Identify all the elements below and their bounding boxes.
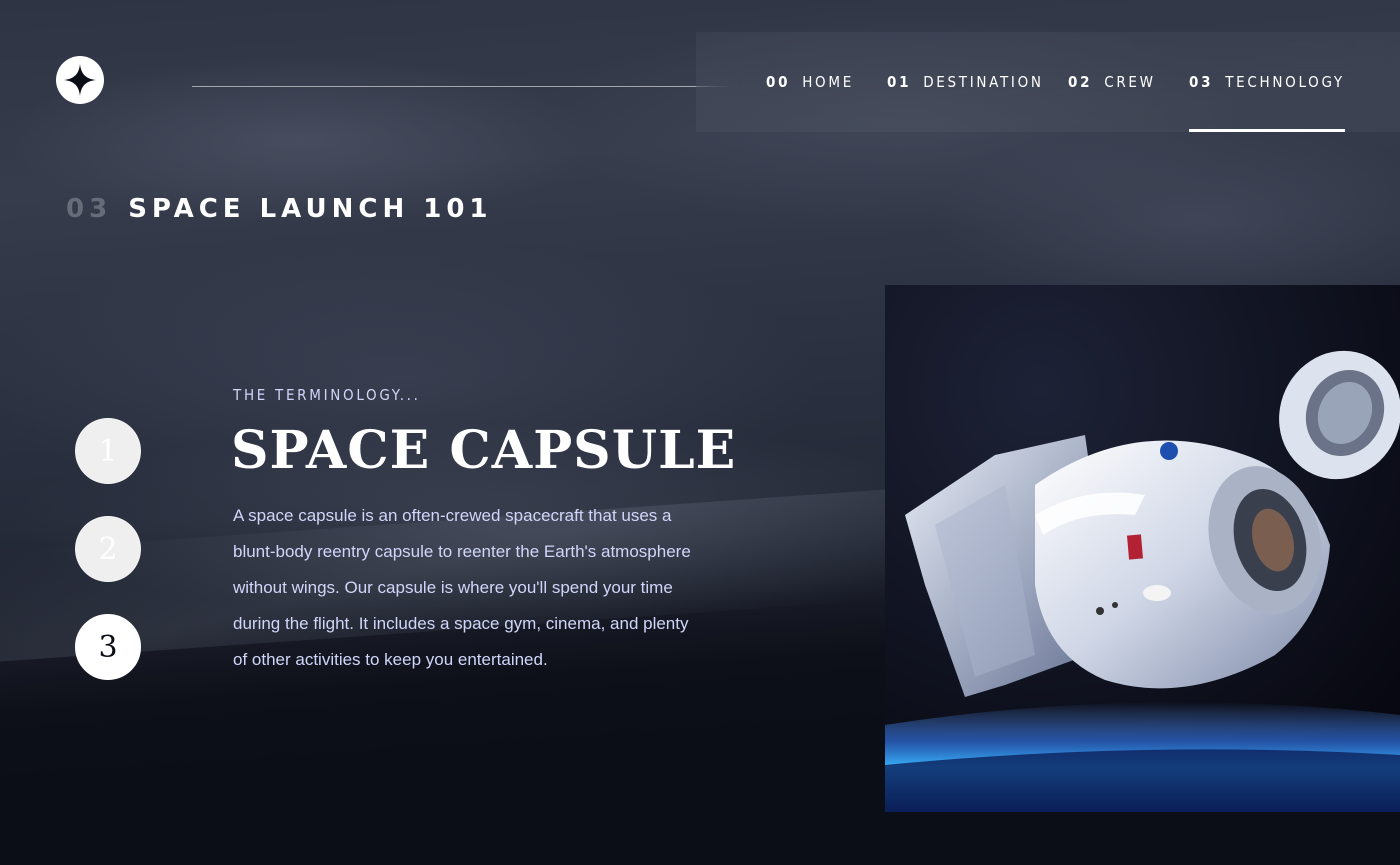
nav-num: 02: [1068, 73, 1093, 91]
nav-item-destination[interactable]: 01 DESTINATION: [887, 32, 1044, 132]
nav-num: 03: [1189, 73, 1214, 91]
page-title-number: 03: [66, 194, 113, 224]
technology-description: A space capsule is an often-crewed space…: [233, 506, 691, 669]
nav-label: DESTINATION: [923, 73, 1044, 91]
nav-item-crew[interactable]: 02 CREW: [1068, 32, 1156, 132]
nav-num: 01: [887, 73, 912, 91]
main-nav: 00 HOME 01 DESTINATION 02 CREW 03 TECHNO…: [696, 32, 1400, 132]
technology-title: SPACE CAPSULE: [231, 420, 737, 481]
step-button-2[interactable]: 2: [75, 516, 141, 582]
nav-item-technology[interactable]: 03 TECHNOLOGY: [1189, 32, 1345, 132]
four-point-star-icon: [64, 64, 96, 96]
step-button-3[interactable]: 3: [75, 614, 141, 680]
nav-label: CREW: [1104, 73, 1156, 91]
nav-label: TECHNOLOGY: [1225, 73, 1345, 91]
logo[interactable]: [56, 56, 104, 104]
space-capsule-image: [885, 285, 1400, 812]
nav-item-home[interactable]: 00 HOME: [766, 32, 854, 132]
page-title-text: SPACE LAUNCH 101: [128, 194, 493, 224]
header-divider: [192, 86, 728, 87]
step-button-1[interactable]: 1: [75, 418, 141, 484]
nav-num: 00: [766, 73, 791, 91]
page-title: 03 SPACE LAUNCH 101: [66, 194, 493, 224]
nav-label: HOME: [802, 73, 854, 91]
terminology-eyebrow: THE TERMINOLOGY...: [233, 386, 421, 404]
